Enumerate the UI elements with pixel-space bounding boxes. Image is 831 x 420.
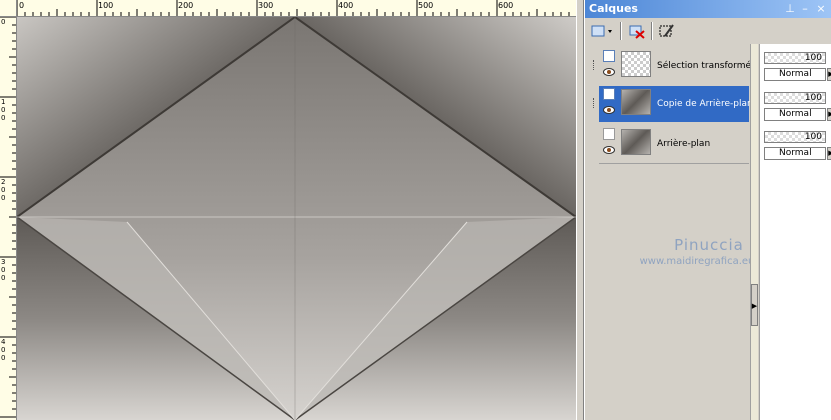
- layer-link-indicator: [593, 60, 597, 70]
- ruler-label: 0: [1, 18, 6, 26]
- layer-list: Sélection transformée Copie de Arrière-p…: [587, 44, 757, 419]
- ruler-label: 600: [498, 1, 514, 10]
- delete-layer-icon: [629, 25, 645, 39]
- toolbar-divider: [620, 22, 622, 40]
- ruler-label: 400: [1, 338, 6, 362]
- layer-properties-row: 100 Normal ▶: [764, 48, 831, 84]
- ruler-label: 300: [258, 1, 274, 10]
- raster-layer-icon: [603, 88, 615, 100]
- new-layer-button[interactable]: [589, 22, 615, 40]
- ruler-ticks-horizontal: [16, 0, 570, 16]
- layer-link-indicator: [593, 98, 597, 108]
- blend-mode-select[interactable]: Normal: [764, 108, 826, 121]
- ruler-corner: [0, 0, 17, 17]
- ruler-label: 200: [178, 1, 194, 10]
- ruler-label: 200: [1, 178, 6, 202]
- palette-titlebar[interactable]: Calques ⊥ – ×: [585, 0, 831, 18]
- layer-row-selection-transformee[interactable]: Sélection transformée: [593, 48, 757, 84]
- layer-name: Sélection transformée: [657, 61, 757, 71]
- canvas-artwork: [17, 17, 576, 420]
- ruler-label: 400: [338, 1, 354, 10]
- ruler-label: 0: [19, 1, 25, 10]
- blend-mode-arrow-icon[interactable]: ▶: [827, 68, 831, 81]
- layer-name: Arrière-plan: [657, 139, 711, 149]
- toolbar-divider: [651, 22, 653, 40]
- layer-thumbnail: [621, 129, 651, 155]
- layer-splitter-scrollbar[interactable]: ▶: [750, 44, 758, 420]
- layer-thumbnail: [621, 51, 651, 77]
- pin-icon[interactable]: ⊥: [783, 2, 797, 16]
- opacity-slider[interactable]: 100: [764, 92, 826, 104]
- layer-properties-column: 100 Normal ▶ 100 Normal ▶ 100 Normal ▶: [759, 44, 831, 420]
- edit-selection-button[interactable]: [657, 22, 677, 40]
- panel-splitter[interactable]: [576, 0, 584, 420]
- list-divider: [599, 163, 749, 164]
- ruler-label: 100: [1, 98, 6, 122]
- visibility-eye-icon[interactable]: [603, 146, 615, 154]
- background-layer-icon: [603, 128, 615, 140]
- opacity-slider[interactable]: 100: [764, 52, 826, 64]
- layer-thumbnail: [621, 89, 651, 115]
- palette-toolbar: [585, 19, 831, 43]
- ruler-label: 500: [418, 1, 434, 10]
- edit-selection-icon: [659, 24, 674, 37]
- blend-mode-arrow-icon[interactable]: ▶: [827, 147, 831, 160]
- visibility-eye-icon[interactable]: [603, 106, 615, 114]
- blend-mode-arrow-icon[interactable]: ▶: [827, 108, 831, 121]
- close-icon[interactable]: ×: [814, 2, 828, 16]
- expand-arrow-icon: ▶: [751, 302, 758, 310]
- layer-row-copie-de-arriere-plan[interactable]: Copie de Arrière-plan: [593, 86, 753, 122]
- delete-layer-button[interactable]: [627, 22, 647, 40]
- blend-mode-select[interactable]: Normal: [764, 68, 826, 81]
- layer-properties-row: 100 Normal ▶: [764, 88, 831, 124]
- new-layer-icon: [591, 25, 612, 37]
- ruler-label: 300: [1, 258, 6, 282]
- layers-palette: Calques ⊥ – × Sélection transformée Copi…: [584, 0, 831, 420]
- image-canvas[interactable]: [17, 17, 576, 420]
- palette-title: Calques: [589, 2, 638, 15]
- ruler-label: 100: [98, 1, 114, 10]
- layer-properties-row: 100 Normal ▶: [764, 127, 831, 163]
- ruler-vertical[interactable]: 0 100 200 300 400: [0, 16, 17, 420]
- ruler-horizontal[interactable]: 0 100 200 300 400 500 600: [0, 0, 576, 17]
- layer-name: Copie de Arrière-plan: [657, 99, 753, 109]
- minimize-icon[interactable]: –: [798, 2, 812, 16]
- visibility-eye-icon[interactable]: [603, 68, 615, 76]
- opacity-slider[interactable]: 100: [764, 131, 826, 143]
- raster-layer-icon: [603, 50, 615, 62]
- blend-mode-select[interactable]: Normal: [764, 147, 826, 160]
- layer-row-arriere-plan[interactable]: Arrière-plan: [599, 126, 749, 162]
